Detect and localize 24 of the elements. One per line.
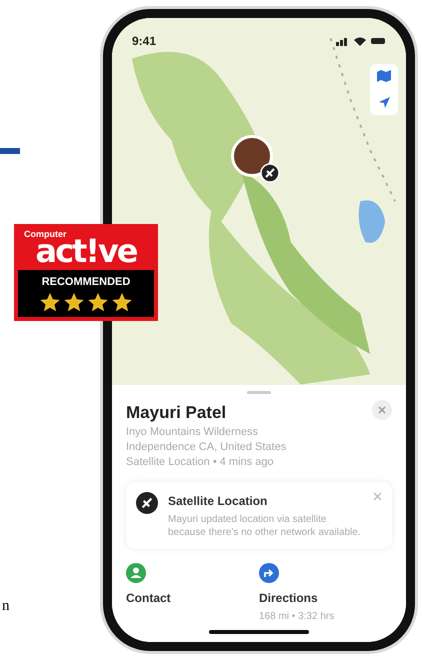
location-arrow-icon[interactable] — [378, 96, 390, 109]
route-detail: 168 mi • 3:32 hrs — [259, 610, 336, 624]
person-name: Mayuri Patel — [126, 402, 226, 424]
accent-bar — [0, 148, 20, 154]
status-time: 9:41 — [132, 33, 156, 50]
star-icon — [111, 292, 133, 312]
status-icons — [336, 36, 386, 46]
map-icon[interactable] — [377, 70, 391, 82]
badge-label: RECOMMENDED — [42, 275, 130, 290]
star-icon — [87, 292, 109, 312]
star-icon — [63, 292, 85, 312]
person-icon[interactable] — [126, 563, 146, 583]
notice-title: Satellite Location — [168, 493, 268, 510]
lake — [358, 200, 386, 243]
edge-text: n — [1, 596, 10, 616]
notice-text: Mayuri updated location via satellite because there's no other network available. — [168, 513, 362, 539]
close-icon — [378, 406, 386, 414]
close-button[interactable] — [372, 400, 392, 420]
location-detail: Satellite Location • 4 mins ago — [126, 455, 275, 470]
star-icon — [39, 292, 61, 312]
action-label[interactable]: Directions — [259, 589, 392, 607]
action-label[interactable]: Contact — [126, 589, 259, 607]
location-detail: Independence CA, United States — [126, 440, 288, 455]
location-detail: Inyo Mountains Wilderness — [126, 425, 260, 440]
